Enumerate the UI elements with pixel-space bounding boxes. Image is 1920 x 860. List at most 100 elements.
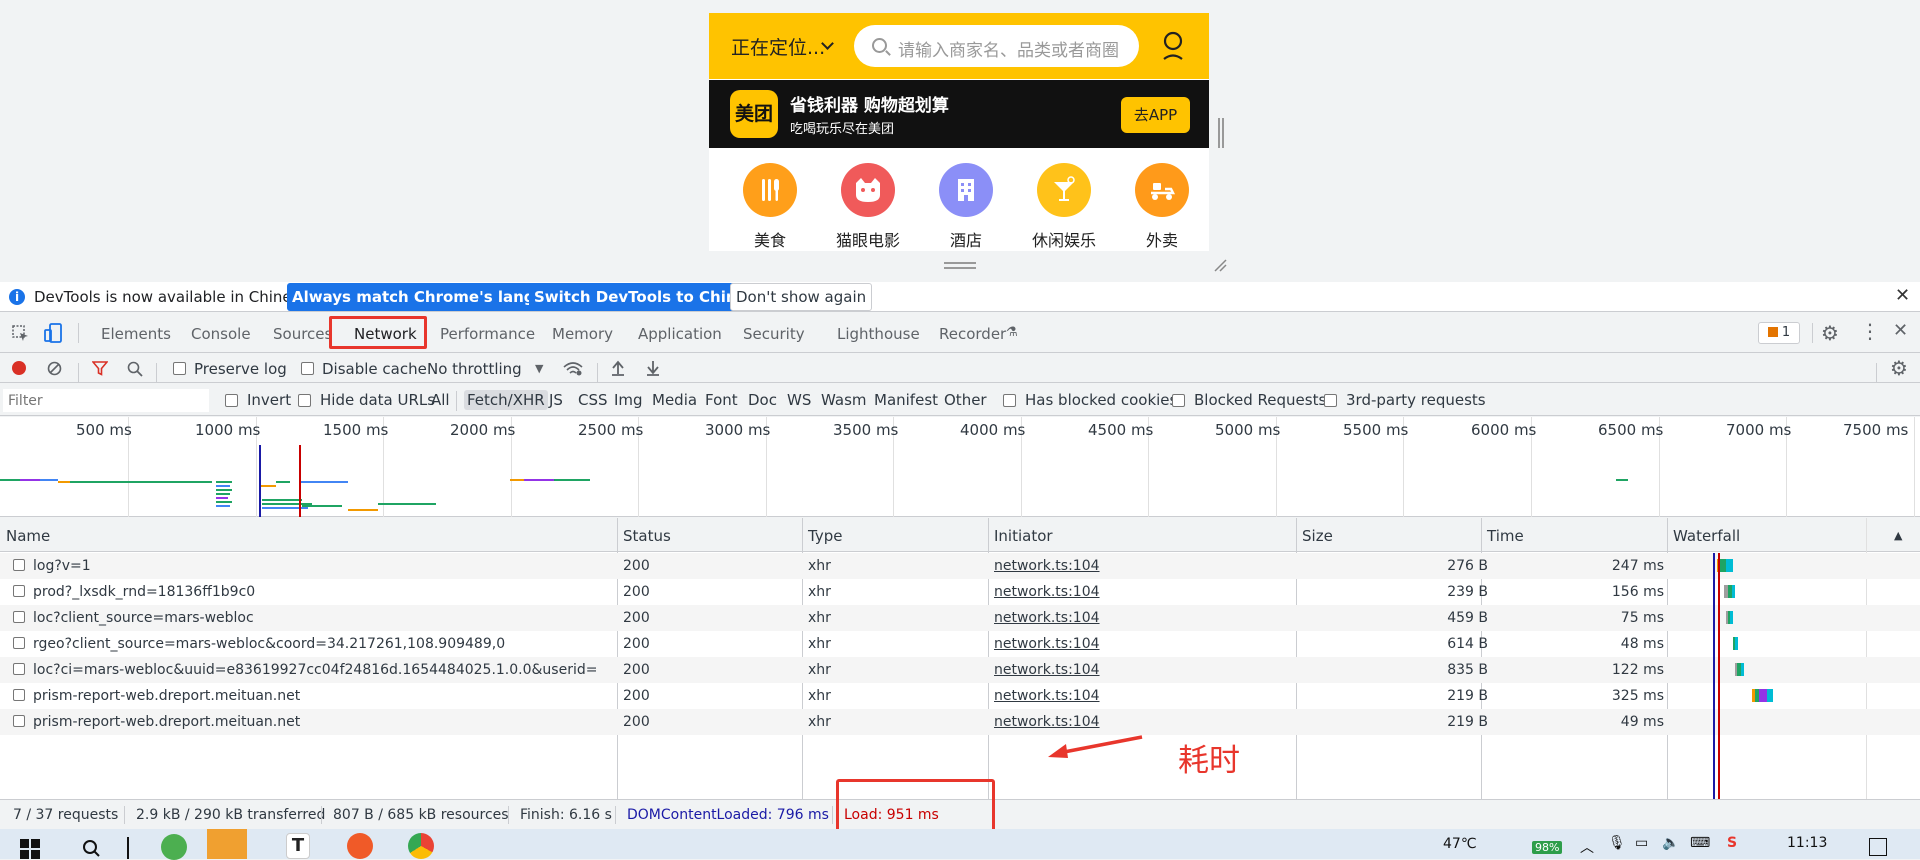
column-size[interactable]: Size [1302,527,1333,545]
request-initiator-link[interactable]: network.ts:104 [994,714,1100,730]
tab-lighthouse[interactable]: Lighthouse [837,325,920,343]
notification-icon[interactable] [1869,838,1887,856]
category-hotel[interactable]: 酒店 [921,163,1011,251]
filter-type-all[interactable]: All [428,390,453,410]
column-status[interactable]: Status [623,527,671,545]
column-name[interactable]: Name [6,527,50,545]
mobile-scrollbar[interactable] [1218,118,1224,148]
tab-sources[interactable]: Sources [273,325,332,343]
clear-icon[interactable] [47,361,62,376]
category-takeout[interactable]: 外卖 [1117,163,1207,251]
table-row[interactable]: loc?client_source=mars-webloc 200 xhr ne… [0,605,1920,631]
user-icon[interactable] [1161,30,1185,62]
filter-type-fetch-xhr[interactable]: Fetch/XHR [464,390,548,410]
filter-type-wasm[interactable]: Wasm [818,390,870,410]
column-type[interactable]: Type [808,527,842,545]
filter-type-font[interactable]: Font [702,390,741,410]
request-initiator-link[interactable]: network.ts:104 [994,636,1100,652]
column-waterfall[interactable]: Waterfall [1673,527,1740,545]
blocked-requests-checkbox[interactable] [1172,394,1185,407]
request-initiator-link[interactable]: network.ts:104 [994,688,1100,704]
filter-type-doc[interactable]: Doc [745,390,780,410]
tab-performance[interactable]: Performance [440,325,535,343]
search-box[interactable]: 请输入商家名、品类或者商圈 [854,25,1139,67]
viewport-resize-grip[interactable] [944,262,976,269]
more-options-icon[interactable]: ⋮ [1860,319,1880,343]
tab-memory[interactable]: Memory [552,325,613,343]
resize-corner-icon[interactable] [1213,258,1227,272]
battery-indicator[interactable]: 98% [1532,841,1563,854]
chevron-up-icon[interactable]: ︿ [1580,837,1594,857]
location-selector[interactable]: 正在定位... [731,33,825,60]
filter-type-other[interactable]: Other [941,390,990,410]
open-app-button[interactable]: 去APP [1121,97,1190,133]
filter-type-img[interactable]: Img [611,390,646,410]
filter-type-css[interactable]: CSS [575,390,611,410]
table-row[interactable]: log?v=1 200 xhr network.ts:104 276 B 247… [0,553,1920,579]
search-icon[interactable] [127,361,143,377]
issues-counter[interactable]: 1 [1758,322,1800,344]
export-har-icon[interactable] [646,360,660,376]
network-settings-gear-icon[interactable]: ⚙ [1890,356,1908,380]
request-name: loc?client_source=mars-webloc [33,610,254,626]
invert-checkbox[interactable] [225,394,238,407]
windows-start-icon[interactable] [20,839,40,859]
tab-console[interactable]: Console [191,325,251,343]
tab-elements[interactable]: Elements [101,325,171,343]
disable-cache-checkbox[interactable] [301,362,314,375]
preserve-log-checkbox[interactable] [173,362,186,375]
throttling-select[interactable]: No throttling [427,360,522,378]
filter-input[interactable] [3,389,209,412]
filter-bar: Invert Hide data URLs All Fetch/XHR JS C… [0,385,1920,416]
dont-show-again-button[interactable]: Don't show again [730,283,873,311]
filter-type-js[interactable]: JS [546,390,566,410]
filter-type-manifest[interactable]: Manifest [871,390,941,410]
filter-type-media[interactable]: Media [649,390,700,410]
typora-icon[interactable]: T [286,833,310,859]
column-time[interactable]: Time [1487,527,1524,545]
search-icon[interactable] [82,839,100,859]
tray-app-icon[interactable]: S [1727,835,1737,851]
tab-recorder[interactable]: Recorder [939,325,1006,343]
filter-type-ws[interactable]: WS [784,390,814,410]
category-food[interactable]: 美食 [725,163,815,251]
table-row[interactable]: rgeo?client_source=mars-webloc&coord=34.… [0,631,1920,657]
hide-data-urls-checkbox[interactable] [298,394,311,407]
tab-security[interactable]: Security [743,325,805,343]
app-icon[interactable] [347,833,373,859]
category-entertainment[interactable]: 休闲娱乐 [1019,163,1109,251]
record-icon[interactable] [12,361,26,375]
inspect-element-icon[interactable] [12,325,30,343]
has-blocked-cookies-checkbox[interactable] [1003,394,1016,407]
microphone-icon[interactable]: 🎙 [1608,835,1626,851]
filter-icon[interactable] [92,361,108,376]
import-har-icon[interactable] [611,360,625,376]
request-initiator-link[interactable]: network.ts:104 [994,662,1100,678]
category-maoyan-movie[interactable]: 猫眼电影 [823,163,913,251]
display-icon[interactable]: ▭ [1635,835,1648,851]
table-row[interactable]: prism-report-web.dreport.meituan.net 200… [0,709,1920,735]
table-row[interactable]: prism-report-web.dreport.meituan.net 200… [0,683,1920,709]
chrome-icon[interactable] [408,833,434,859]
third-party-checkbox[interactable] [1324,394,1337,407]
browser-app-icon[interactable] [161,834,187,860]
table-row[interactable]: loc?ci=mars-webloc&uuid=e83619927cc04f24… [0,657,1920,683]
task-view-icon[interactable] [127,837,129,859]
network-overview-timeline[interactable]: 500 ms 1000 ms 1500 ms 2000 ms 2500 ms 3… [0,417,1920,517]
close-icon[interactable]: ✕ [1895,285,1910,306]
gear-icon[interactable]: ⚙ [1821,321,1839,345]
sort-ascending-icon[interactable]: ▲ [1894,529,1902,542]
column-initiator[interactable]: Initiator [994,527,1053,545]
network-conditions-icon[interactable] [563,361,583,376]
input-method-icon[interactable]: ⌨ [1690,835,1710,851]
request-initiator-link[interactable]: network.ts:104 [994,584,1100,600]
device-toolbar-icon[interactable] [44,323,62,343]
tab-application[interactable]: Application [638,325,722,343]
table-row[interactable]: prod?_lxsdk_rnd=18136ff1b9c0 200 xhr net… [0,579,1920,605]
close-devtools-icon[interactable]: ✕ [1893,320,1908,341]
request-initiator-link[interactable]: network.ts:104 [994,558,1100,574]
active-app-icon[interactable] [207,829,247,859]
clock-time[interactable]: 11:13 [1787,835,1827,851]
speaker-icon[interactable]: 🔈 [1662,835,1679,851]
request-initiator-link[interactable]: network.ts:104 [994,610,1100,626]
